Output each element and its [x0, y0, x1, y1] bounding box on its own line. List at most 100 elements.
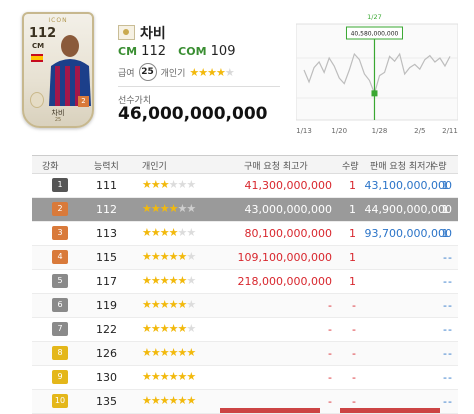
- row-buy-qty: 1: [349, 275, 356, 288]
- star-filled-icon: ★: [168, 274, 179, 287]
- star-filled-icon: ★: [186, 394, 196, 407]
- row-skill-stars: ★★★★★★: [142, 322, 196, 335]
- star-filled-icon: ★: [168, 202, 179, 215]
- star-filled-icon: ★: [159, 226, 170, 239]
- player-stats: CM 112 COM 109: [118, 44, 243, 59]
- row-skill-stars: ★★★★★★: [142, 346, 196, 359]
- star-empty-icon: ★: [186, 298, 196, 311]
- table-row[interactable]: 6 119 ★★★★★★ - - - -: [32, 294, 458, 318]
- pay-label: 급여: [118, 68, 135, 79]
- card-position: CM: [32, 42, 45, 50]
- star-filled-icon: ★: [159, 202, 170, 215]
- enhance-badge: 1: [52, 178, 68, 192]
- star-filled-icon: ★: [142, 202, 152, 215]
- row-stat: 130: [96, 371, 117, 384]
- row-stat: 126: [96, 347, 117, 360]
- star-filled-icon: ★: [142, 370, 152, 383]
- star-filled-icon: ★: [150, 394, 161, 407]
- star-filled-icon: ★: [168, 298, 179, 311]
- header-buy-qty: 수량: [342, 162, 359, 172]
- enhance-badge: 7: [52, 322, 68, 336]
- enhance-badge: 10: [52, 394, 68, 408]
- enhance-badge: 4: [52, 250, 68, 264]
- star-empty-icon: ★: [168, 178, 179, 191]
- star-filled-icon: ★: [159, 394, 170, 407]
- star-filled-icon: ★: [142, 178, 152, 191]
- row-stat: 112: [96, 203, 117, 216]
- x-tick-label: 1/20: [331, 127, 347, 135]
- player-name: 차비: [140, 25, 166, 42]
- star-filled-icon: ★: [168, 322, 179, 335]
- row-buy-price: 43,000,000,000: [244, 203, 332, 216]
- stat1-value: 112: [141, 44, 166, 59]
- star-filled-icon: ★★★★: [189, 65, 225, 79]
- x-tick-label: 2/11: [442, 127, 458, 135]
- star-empty-icon: ★: [224, 65, 235, 79]
- player-card[interactable]: ICON 112 CM 2 차비 25: [22, 12, 94, 128]
- star-empty-icon: ★: [186, 250, 196, 263]
- star-empty-icon: ★: [186, 322, 196, 335]
- x-tick-label: 1/28: [372, 127, 388, 135]
- header-enhance: 강화: [42, 162, 59, 172]
- club-badge-icon: [30, 92, 44, 108]
- table-row[interactable]: 8 126 ★★★★★★ - - - -: [32, 342, 458, 366]
- row-buy-price: 41,300,000,000: [244, 179, 332, 192]
- row-skill-stars: ★★★★★★: [142, 394, 196, 407]
- card-season-tag: ICON: [48, 17, 68, 24]
- star-filled-icon: ★: [168, 370, 179, 383]
- header-skill: 개인기: [142, 162, 167, 172]
- row-sell-qty: 1: [441, 203, 449, 216]
- season-icon: [118, 25, 135, 40]
- divider: [118, 86, 280, 87]
- row-buy-qty: -: [352, 323, 356, 336]
- star-filled-icon: ★: [150, 250, 161, 263]
- star-filled-icon: ★: [159, 370, 170, 383]
- row-sell-qty: 1: [441, 227, 449, 240]
- row-sell-qty: -: [443, 347, 447, 360]
- row-stat: 111: [96, 179, 117, 192]
- highlight-value-label: 40,580,000,000: [351, 31, 399, 38]
- star-filled-icon: ★: [150, 178, 161, 191]
- player-value: 46,000,000,000: [118, 104, 268, 124]
- star-empty-icon: ★: [186, 202, 196, 215]
- star-filled-icon: ★: [159, 346, 170, 359]
- x-tick-label: 1/13: [296, 127, 312, 135]
- row-sell-qty: 1: [441, 179, 449, 192]
- sell-action-button[interactable]: [340, 408, 440, 413]
- star-filled-icon: ★: [168, 346, 179, 359]
- table-row[interactable]: 5 117 ★★★★★★ 218,000,000,000 1- -: [32, 270, 458, 294]
- star-filled-icon: ★: [142, 346, 152, 359]
- header-sell: 판매 요청 최저가: [370, 162, 434, 172]
- enhance-badge: 3: [52, 226, 68, 240]
- player-portrait-icon: [49, 35, 91, 106]
- header-sell-qty: 수량: [430, 162, 447, 172]
- table-header: 강화 능력치 개인기 구매 요청 최고가 수량 판매 요청 최저가 수량: [32, 156, 458, 174]
- row-sell-qty: -: [443, 275, 447, 288]
- player-name-row: 차비: [118, 22, 166, 43]
- table-row[interactable]: 1 111 ★★★★★★ 41,300,000,000 1 43,100,000,000 1: [32, 174, 458, 198]
- buy-action-button[interactable]: [220, 408, 320, 413]
- table-row[interactable]: 3 113 ★★★★★★ 80,100,000,000 1 93,700,000,000 1: [32, 222, 458, 246]
- table-row[interactable]: 9 130 ★★★★★★ - - - -: [32, 366, 458, 390]
- price-history-chart[interactable]: 1/13 1/20 1/28 2/5 2/11 1/27 40,580,000,000: [296, 10, 458, 140]
- star-filled-icon: ★: [168, 226, 179, 239]
- highlight-point: [371, 90, 378, 97]
- table-row[interactable]: 2 112 ★★★★★★ 43,000,000,000 1 44,900,000,000 1: [32, 198, 458, 222]
- table-row[interactable]: 7 122 ★★★★★★ - - - -: [32, 318, 458, 342]
- star-empty-icon: ★: [186, 226, 196, 239]
- star-filled-icon: ★: [186, 346, 196, 359]
- enhance-badge: 2: [52, 202, 68, 216]
- table-row[interactable]: 4 115 ★★★★★★ 109,100,000,000 1- -: [32, 246, 458, 270]
- row-buy-price: 80,100,000,000: [244, 227, 332, 240]
- stat2-label: COM: [178, 45, 207, 58]
- star-filled-icon: ★: [159, 274, 170, 287]
- star-filled-icon: ★: [186, 370, 196, 383]
- player-summary-panel: ICON 112 CM 2 차비 25 차비 CM 112 COM 109 급여…: [0, 0, 474, 155]
- row-buy-qty: -: [352, 299, 356, 312]
- row-stat: 115: [96, 251, 117, 264]
- enhance-badge: 9: [52, 370, 68, 384]
- row-sell-qty: -: [443, 251, 447, 264]
- row-stat: 135: [96, 395, 117, 408]
- star-filled-icon: ★: [142, 226, 152, 239]
- row-buy-price: 218,000,000,000: [237, 275, 332, 288]
